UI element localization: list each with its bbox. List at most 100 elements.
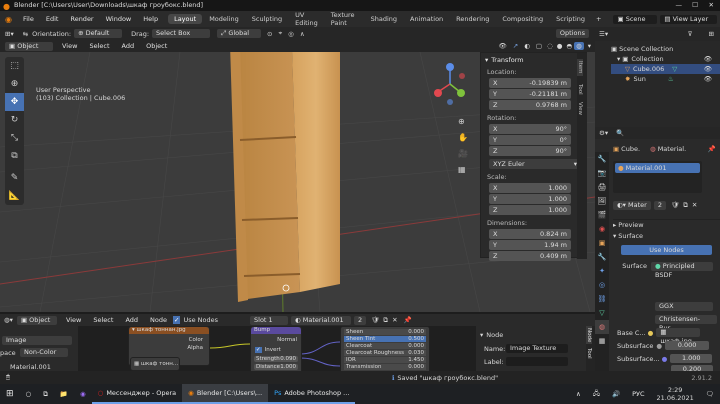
add-collection-icon[interactable]: ⊞: [709, 30, 714, 38]
tab-rendering[interactable]: Rendering: [450, 14, 495, 24]
filter-icon[interactable]: ⊽: [688, 30, 693, 38]
visibility-icon[interactable]: 👁: [496, 42, 510, 50]
dimensions-y-field[interactable]: Y 1.94 m: [489, 240, 571, 250]
material-users-count[interactable]: 2: [653, 200, 666, 210]
unlink-icon[interactable]: ✕: [390, 316, 399, 324]
alice-icon[interactable]: ◉: [74, 384, 92, 404]
start-button[interactable]: ⊞: [0, 384, 20, 404]
location-x-field[interactable]: X -0.19839 m: [489, 78, 571, 88]
material-tab-icon[interactable]: ◍: [595, 320, 609, 334]
xray-icon[interactable]: ▢: [533, 42, 545, 50]
language-indicator[interactable]: РУС: [626, 384, 650, 404]
surface-shader-dropdown[interactable]: ● Principled BSDF: [651, 261, 713, 279]
tab-compositing[interactable]: Compositing: [496, 14, 549, 24]
pivot-icon[interactable]: ⊙: [264, 30, 275, 38]
invert-checkbox-row[interactable]: ✓ Invert: [251, 347, 301, 353]
node-name-field[interactable]: Image Texture: [506, 344, 568, 353]
rotation-y-field[interactable]: Y 0°: [489, 135, 571, 145]
material-slot-list[interactable]: ● Material.001: [613, 161, 702, 193]
add-workspace-button[interactable]: +: [592, 15, 605, 23]
scene-tab-icon[interactable]: 🎬: [595, 208, 609, 222]
slot-dropdown[interactable]: Slot 1: [250, 315, 289, 325]
bsdf-sheen-tint-field[interactable]: Sheen Tint 0.500: [344, 336, 426, 342]
taskbar-app-blender[interactable]: ◉ Blender [C:\Users\...: [182, 384, 269, 404]
rotation-z-field[interactable]: Z 90°: [489, 146, 571, 156]
search-icon[interactable]: 🔍: [616, 129, 624, 137]
menu-window[interactable]: Window: [100, 15, 138, 23]
falloff-icon[interactable]: ∧: [297, 30, 308, 38]
menu-file[interactable]: File: [17, 15, 40, 23]
tab-animation[interactable]: Animation: [404, 14, 449, 24]
taskbar-search-icon[interactable]: ○: [20, 384, 38, 404]
subsurface-method-dropdown[interactable]: Christensen-Bur...: [655, 315, 717, 332]
vp-menu-view[interactable]: View: [56, 42, 83, 50]
material-slot-item[interactable]: ● Material.001: [615, 163, 700, 173]
taskbar-app-photoshop[interactable]: Ps Adobe Photoshop ...: [268, 384, 356, 404]
volume-icon[interactable]: 🔊: [606, 384, 626, 404]
select-tool-icon[interactable]: ⬚: [5, 57, 24, 75]
tab-scripting[interactable]: Scripting: [550, 14, 591, 24]
shading-solid-icon[interactable]: ●: [555, 42, 565, 50]
shader-object-dropdown[interactable]: ▣ Object: [16, 315, 57, 325]
annotate-tool-icon[interactable]: ✎: [5, 169, 24, 187]
outliner-item-sun[interactable]: ✸ Sun ♨ 👁: [611, 74, 720, 84]
physics-tab-icon[interactable]: ◎: [595, 278, 609, 292]
taskbar-app-opera[interactable]: ○ Мессенджер - Opera: [91, 384, 183, 404]
view-layer-tab-icon[interactable]: 🖼: [595, 194, 609, 208]
transform-pivot-icon[interactable]: ⇆: [19, 30, 32, 38]
pan-hand-icon[interactable]: ✋: [458, 130, 468, 146]
render-tab-icon[interactable]: 📷: [595, 166, 609, 180]
image-texture-node-small[interactable]: ▦ шкаф тонн...: [130, 357, 180, 371]
gizmo-icon[interactable]: ↗: [510, 42, 521, 50]
node-menu-node[interactable]: Node: [144, 316, 173, 324]
use-nodes-button[interactable]: Use Nodes: [621, 245, 712, 255]
shading-material-icon[interactable]: ◓: [564, 42, 574, 50]
visibility-eye-icon[interactable]: 👁: [704, 54, 712, 64]
node-label-field[interactable]: [506, 357, 568, 366]
view-layer-selector[interactable]: ▤ View Layer: [660, 14, 717, 24]
tab-uv-editing[interactable]: UV Editing: [289, 10, 324, 28]
camera-icon[interactable]: 🎥: [458, 146, 468, 162]
scale-z-field[interactable]: Z 1.000: [489, 205, 571, 215]
overlay-icon[interactable]: ◐: [521, 42, 533, 50]
subsurface-radius-x[interactable]: 1.000: [670, 354, 713, 363]
transform-tool-icon[interactable]: ⧉: [5, 147, 24, 165]
zoom-icon[interactable]: ⊕: [458, 114, 468, 130]
clock[interactable]: 2:29 21.06.2021: [651, 386, 700, 402]
outliner-item-cube[interactable]: ▽ Cube.006 ▽ 👁: [611, 64, 720, 74]
orientation-dropdown[interactable]: ⊕ Default: [74, 29, 123, 38]
modifier-tab-icon[interactable]: 🔧: [595, 250, 609, 264]
node-menu-select[interactable]: Select: [87, 316, 119, 324]
grid-ortho-icon[interactable]: ▦: [458, 162, 468, 178]
base-color-texture[interactable]: ▦ шкаф.jpg: [656, 328, 701, 345]
tab-sculpting[interactable]: Sculpting: [246, 14, 288, 24]
texture-tab-icon[interactable]: ▦: [595, 334, 609, 348]
output-tab-icon[interactable]: 🖨: [595, 180, 609, 194]
outliner-collection[interactable]: ▾ ▣ Collection 👁: [611, 54, 720, 64]
blender-menu-icon[interactable]: ◉: [0, 15, 17, 24]
minimize-button[interactable]: —: [676, 0, 683, 11]
duplicate-icon[interactable]: ⧉: [681, 201, 690, 210]
tool-tab-icon[interactable]: 🔧: [595, 152, 609, 166]
object-mode-dropdown[interactable]: ▣ Object Mode: [5, 41, 53, 59]
move-tool-icon[interactable]: ✥: [5, 93, 24, 111]
transform-orientation-dropdown[interactable]: ⤢ Global: [217, 29, 262, 38]
tab-node[interactable]: Node: [586, 326, 592, 345]
distance-field[interactable]: Distance 1.000: [254, 364, 298, 370]
rotation-x-field[interactable]: X 90°: [489, 124, 571, 134]
network-icon[interactable]: 🖧: [587, 384, 606, 404]
rotate-tool-icon[interactable]: ↻: [5, 111, 24, 129]
dimensions-z-field[interactable]: Z 0.409 m: [489, 251, 571, 261]
outliner-editor-icon[interactable]: ☰▾: [599, 30, 608, 38]
editor-type-icon[interactable]: ⊞▾: [0, 30, 19, 38]
properties-editor-icon[interactable]: ⚙▾: [599, 129, 608, 137]
outliner-scene-collection[interactable]: ▣ Scene Collection: [611, 44, 720, 54]
particles-tab-icon[interactable]: ✦: [595, 264, 609, 278]
menu-edit[interactable]: Edit: [40, 15, 65, 23]
navigation-gizmo[interactable]: [430, 62, 470, 110]
measure-tool-icon[interactable]: 📐: [5, 187, 24, 205]
shader-material-users[interactable]: 2: [354, 315, 367, 325]
rotation-mode-dropdown[interactable]: XYZ Euler ▾: [489, 159, 581, 169]
shading-options-icon[interactable]: ▾: [584, 42, 595, 50]
file-explorer-icon[interactable]: 📁: [54, 384, 74, 404]
